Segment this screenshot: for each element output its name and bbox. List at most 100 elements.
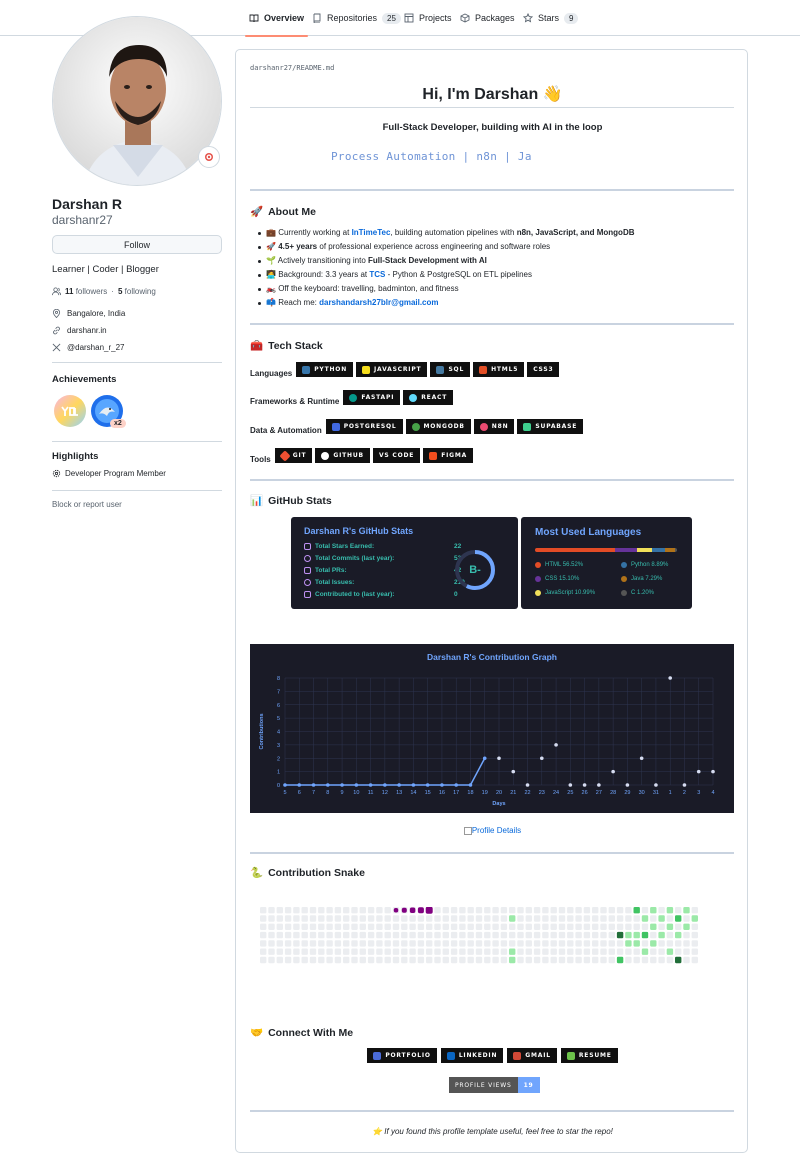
path-user[interactable]: darshanr27	[250, 64, 292, 72]
y-tick-label: 4	[277, 730, 280, 736]
contribution-cell	[625, 907, 632, 914]
react-badge: REACT	[403, 390, 454, 405]
contribution-cell	[517, 940, 524, 947]
list-item: 🧑‍💻 Background: 3.3 years at TCS - Pytho…	[258, 268, 635, 282]
path-file[interactable]: README.md	[296, 64, 334, 72]
language-bar-segment	[664, 548, 676, 552]
contribution-cell	[558, 940, 566, 947]
contribution-cell	[533, 923, 541, 930]
contribution-cell	[351, 948, 358, 955]
follow-button[interactable]: Follow	[52, 235, 222, 254]
contribution-cell	[326, 948, 333, 955]
contribution-cell	[567, 940, 574, 947]
pull-request-icon	[304, 567, 311, 574]
language-bar	[535, 548, 677, 552]
resume-badge[interactable]: RESUME	[560, 1048, 618, 1063]
sql-badge: SQL	[430, 362, 471, 377]
x-tick-label: 15	[425, 790, 431, 796]
x-tick-label: 9	[341, 790, 344, 796]
intimetec-link[interactable]: InTimeTec	[352, 228, 391, 237]
x-link[interactable]: @darshan_r_27	[52, 343, 125, 352]
email-link[interactable]: darshandarsh27blr@gmail.com	[319, 298, 438, 307]
n8n-icon	[479, 422, 488, 431]
contribution-cell	[467, 948, 474, 955]
contribution-cell	[392, 923, 400, 930]
contribution-cell	[309, 940, 317, 947]
stats-card-title: Darshan R's GitHub Stats	[304, 526, 414, 536]
contribution-cell	[467, 907, 474, 914]
contribution-cell	[409, 931, 416, 939]
contribution-cell	[459, 940, 466, 947]
data-point	[582, 783, 587, 787]
contribution-cell	[666, 940, 674, 947]
contribution-cell	[683, 915, 690, 922]
n8n-badge: N8N	[473, 419, 515, 434]
contribution-cell	[367, 948, 375, 955]
contribution-cell	[442, 948, 449, 955]
contribution-graph: Darshan R's Contribution Graph 0 1 2 3 4 5 6 7 8 5…	[250, 644, 734, 813]
tab-projects[interactable]: Projects	[404, 0, 452, 36]
contribution-cell	[284, 956, 292, 964]
x-tick-label: 26	[582, 790, 588, 796]
x-tick-label: 13	[396, 790, 402, 796]
contribution-cell	[517, 923, 524, 930]
website-link[interactable]: darshanr.in	[52, 326, 107, 335]
contribution-cell	[492, 956, 499, 964]
stats-heading: 📊 GitHub Stats	[250, 494, 332, 508]
contribution-cell	[467, 915, 474, 922]
profile-details-link[interactable]: Profile Details	[236, 826, 749, 835]
contribution-cell	[334, 923, 342, 930]
x-tick-label: 29	[624, 790, 630, 796]
readme-path: darshanr27/README.md	[250, 64, 335, 72]
tab-repositories[interactable]: Repositories 25	[312, 0, 401, 36]
tab-label: Overview	[264, 13, 305, 23]
contribution-cell	[558, 923, 566, 930]
contribution-cell	[442, 915, 449, 922]
top-languages-card[interactable]: Most Used Languages HTML 56.52% Python 8…	[521, 517, 692, 609]
data-point	[597, 783, 601, 787]
contribution-cell	[293, 907, 300, 914]
contribution-cell	[509, 940, 516, 947]
followers-link[interactable]: 11 followers	[65, 287, 107, 296]
x-tick-label: 24	[553, 790, 559, 796]
block-report-link[interactable]: Block or report user	[52, 500, 122, 509]
x-tick-label: 2	[683, 790, 686, 796]
contribution-cell	[500, 915, 508, 922]
contribution-cell	[301, 915, 308, 922]
status-emoji[interactable]	[198, 146, 220, 168]
contribution-cell	[284, 931, 292, 939]
contribution-cell	[434, 940, 441, 947]
contribution-cell	[675, 948, 682, 955]
data-point	[711, 769, 715, 774]
contribution-cell	[533, 931, 541, 939]
contribution-cell	[309, 923, 317, 930]
github-stats-card[interactable]: Darshan R's GitHub Stats Total Stars Ear…	[291, 517, 518, 609]
contribution-cell	[392, 940, 400, 947]
tab-overview[interactable]: Overview	[244, 0, 309, 37]
gmail-badge[interactable]: GMAIL	[507, 1048, 557, 1063]
tab-packages[interactable]: Packages	[460, 0, 515, 36]
contribution-cell	[600, 907, 607, 914]
contribution-cell	[359, 948, 366, 955]
contribution-cell	[367, 923, 375, 930]
gmail-icon	[513, 1051, 522, 1060]
contribution-cell	[301, 956, 308, 964]
avatar[interactable]	[52, 16, 222, 186]
portfolio-badge[interactable]: PORTFOLIO	[367, 1048, 437, 1063]
stat-row: Total Issues:	[304, 579, 354, 586]
tab-stars[interactable]: Stars 9	[523, 0, 579, 36]
contribution-cell	[417, 915, 425, 922]
yolo-badge[interactable]	[53, 394, 87, 428]
contribution-cell	[401, 940, 408, 947]
contribution-cell	[691, 907, 698, 914]
contribution-cell	[533, 907, 541, 914]
following-link[interactable]: 5 following	[118, 287, 156, 296]
contribution-cell	[633, 931, 640, 939]
contribution-cell	[641, 948, 649, 955]
toolbox-icon: 🧰	[250, 340, 264, 352]
contribution-cell	[359, 956, 366, 964]
list-item: 🏍️ Off the keyboard: travelling, badmint…	[258, 282, 635, 296]
y-tick-label: 5	[277, 716, 280, 722]
tcs-link[interactable]: TCS	[369, 270, 385, 279]
linkedin-badge[interactable]: LINKEDIN	[440, 1048, 504, 1063]
